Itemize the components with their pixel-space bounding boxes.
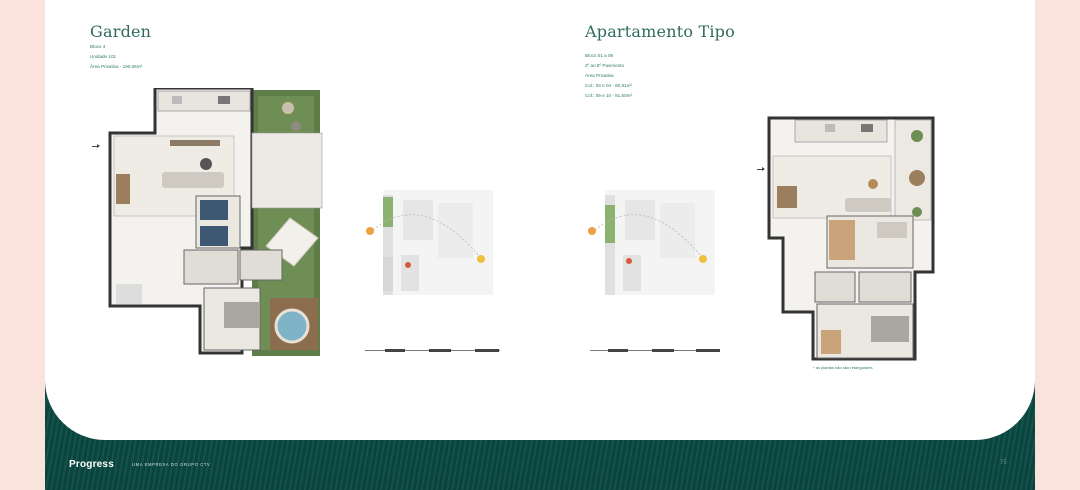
apartment-info-line: Col.: 09 e 10 - 81,60m²: [585, 93, 632, 98]
garden-info-line: Área Privativa - 180,06m²: [90, 64, 143, 69]
garden-info-line: Bloco 4: [90, 44, 106, 49]
sun-west-icon: [477, 255, 485, 263]
pool: [274, 308, 310, 344]
sun-east-icon: [366, 227, 374, 235]
apartment-info-line: Área Privativa: [585, 73, 614, 78]
brochure-spread: Garden Bloco 4 Unidade 101 Área Privativ…: [45, 0, 1035, 490]
entrance-arrow: [757, 167, 765, 171]
garden-floor-plan: [108, 88, 323, 356]
apartment-info-line: Col.: 03 e 04 - 80,81m²: [585, 83, 632, 88]
garden-title: Garden: [90, 22, 152, 41]
garden-info-line: Unidade 101: [90, 54, 117, 59]
apartment-title: Apartamento Tipo: [585, 22, 735, 41]
page-number: 75: [1000, 460, 1007, 466]
brand-tagline: UMA EMPRESA DO GRUPO CTV: [132, 462, 211, 467]
garden-scale-bar: [365, 347, 500, 355]
apartment-info-line: 2º ao 8º Pavimento: [585, 63, 625, 68]
apartment-scale-bar: [590, 347, 720, 355]
plan-footnote: * as plantas não são retangulares: [813, 365, 873, 370]
garden-location-map: [366, 190, 493, 295]
sun-west-icon: [699, 255, 707, 263]
garden-info: Bloco 4 Unidade 101 Área Privativa - 180…: [90, 42, 142, 72]
apartment-info-line: Bloco 01 a 06: [585, 53, 614, 58]
apartment-info: Bloco 01 a 06 2º ao 8º Pavimento Área Pr…: [585, 51, 632, 101]
apartment-location-map: [588, 190, 715, 295]
entrance-arrow: [92, 144, 100, 148]
brand-logo: Progress: [69, 459, 114, 470]
sun-east-icon: [588, 227, 596, 235]
content-page: Garden Bloco 4 Unidade 101 Área Privativ…: [45, 0, 1035, 440]
apartment-floor-plan: [767, 116, 935, 361]
